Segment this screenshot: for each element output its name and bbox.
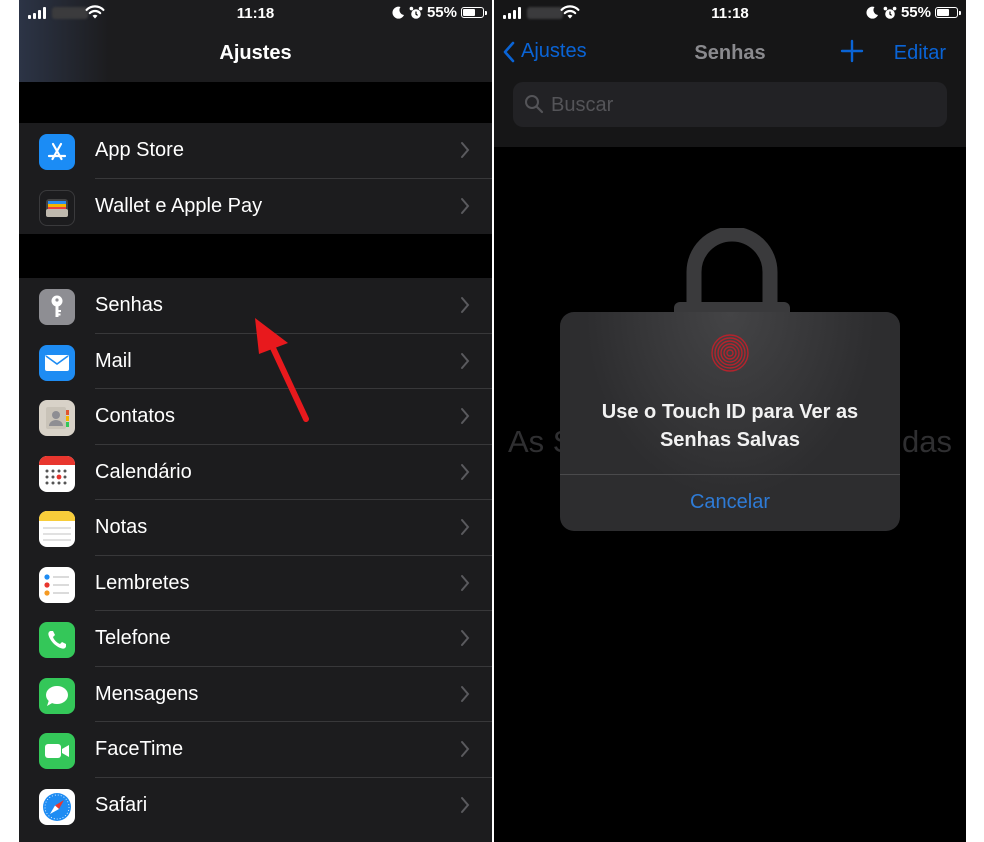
passwords-screen: 11:18 55% Ajustes Senhas Editar Buscar A… (494, 0, 966, 842)
settings-row-label: Mail (95, 349, 132, 372)
chevron-right-icon (461, 796, 470, 813)
status-right: 55% (866, 4, 961, 21)
app-store-icon (39, 134, 75, 170)
empty-state-text-right: das (902, 424, 952, 459)
settings-group-apps: Senhas Mail Contatos Calendário Notas Le… (19, 278, 492, 842)
settings-row-facetime[interactable]: FaceTime (19, 722, 492, 778)
settings-row-label: Safari (95, 793, 148, 816)
settings-row-mail[interactable]: Mail (19, 334, 492, 389)
search-placeholder: Buscar (551, 94, 614, 116)
chevron-right-icon (461, 519, 470, 535)
settings-row-calendario[interactable]: Calendário (19, 445, 492, 500)
settings-row-telefone[interactable]: Telefone (19, 611, 492, 667)
alert-message-line2: Senhas Salvas (659, 429, 801, 451)
settings-row-label: Senhas (95, 294, 163, 317)
chevron-right-icon (461, 630, 470, 646)
settings-row-label: App Store (95, 139, 184, 162)
search-icon (525, 95, 544, 114)
safari-icon (39, 788, 75, 825)
key-icon (39, 289, 75, 325)
settings-row-label: Contatos (95, 405, 176, 428)
settings-row-label: Lembretes (95, 571, 190, 594)
settings-row-label: Mensagens (95, 682, 199, 705)
page-title: Ajustes (219, 42, 292, 64)
status-bar: 11:18 55% (19, 0, 492, 28)
settings-row-mensagens[interactable]: Mensagens (19, 667, 492, 722)
status-bar: 11:18 55% (494, 0, 966, 28)
moon-icon (866, 6, 878, 19)
lock-icon (674, 228, 790, 318)
alarm-icon (409, 6, 423, 19)
chevron-right-icon (461, 463, 470, 480)
settings-row-notas[interactable]: Notas (19, 500, 492, 556)
settings-group-store: App Store Wallet e Apple Pay (19, 123, 492, 234)
reminders-icon (39, 566, 75, 603)
settings-row-app-store[interactable]: App Store (19, 123, 492, 179)
status-right: 55% (392, 4, 487, 21)
wallet-icon (39, 189, 75, 226)
settings-row-label: Wallet e Apple Pay (95, 194, 263, 217)
contacts-icon (39, 400, 75, 436)
phone-icon (39, 622, 75, 658)
settings-row-label: Calendário (95, 460, 192, 483)
moon-icon (392, 6, 404, 19)
settings-row-wallet[interactable]: Wallet e Apple Pay (19, 179, 492, 235)
messages-icon (39, 677, 75, 714)
settings-row-contatos[interactable]: Contatos (19, 389, 492, 445)
settings-row-label: FaceTime (95, 738, 184, 761)
chevron-right-icon (461, 685, 470, 702)
alert-message: Use o Touch ID para Ver as Senhas Salvas (560, 398, 900, 454)
battery-percent: 55% (900, 4, 931, 21)
search-field[interactable]: Buscar (513, 82, 947, 127)
settings-row-safari[interactable]: Safari (19, 778, 492, 834)
edit-button[interactable]: Editar (894, 42, 946, 65)
chevron-right-icon (461, 352, 470, 369)
settings-row-lembretes[interactable]: Lembretes (19, 556, 492, 611)
mail-icon (39, 344, 75, 381)
settings-row-label: Telefone (95, 627, 171, 650)
fingerprint-icon (711, 334, 749, 372)
battery-percent: 55% (426, 4, 457, 21)
chevron-right-icon (461, 574, 470, 591)
settings-screen: 11:18 55% Ajustes App Store Wallet e App… (19, 0, 492, 842)
cancel-button[interactable]: Cancelar (560, 474, 900, 531)
chevron-right-icon (461, 297, 470, 313)
chevron-right-icon (461, 741, 470, 757)
chevron-right-icon (461, 197, 470, 214)
calendar-icon (39, 455, 75, 492)
add-password-button[interactable] (840, 38, 864, 64)
alert-message-line1: Use o Touch ID para Ver as (601, 401, 859, 423)
settings-row-label: Notas (95, 516, 148, 539)
settings-row-senhas[interactable]: Senhas (19, 278, 492, 334)
chevron-right-icon (461, 142, 470, 158)
alarm-icon (883, 6, 897, 19)
touch-id-alert: Use o Touch ID para Ver as Senhas Salvas… (560, 312, 900, 531)
facetime-icon (39, 733, 75, 769)
notes-icon (39, 511, 75, 547)
chevron-right-icon (461, 408, 470, 424)
battery-icon (461, 7, 487, 18)
battery-icon (935, 7, 961, 18)
